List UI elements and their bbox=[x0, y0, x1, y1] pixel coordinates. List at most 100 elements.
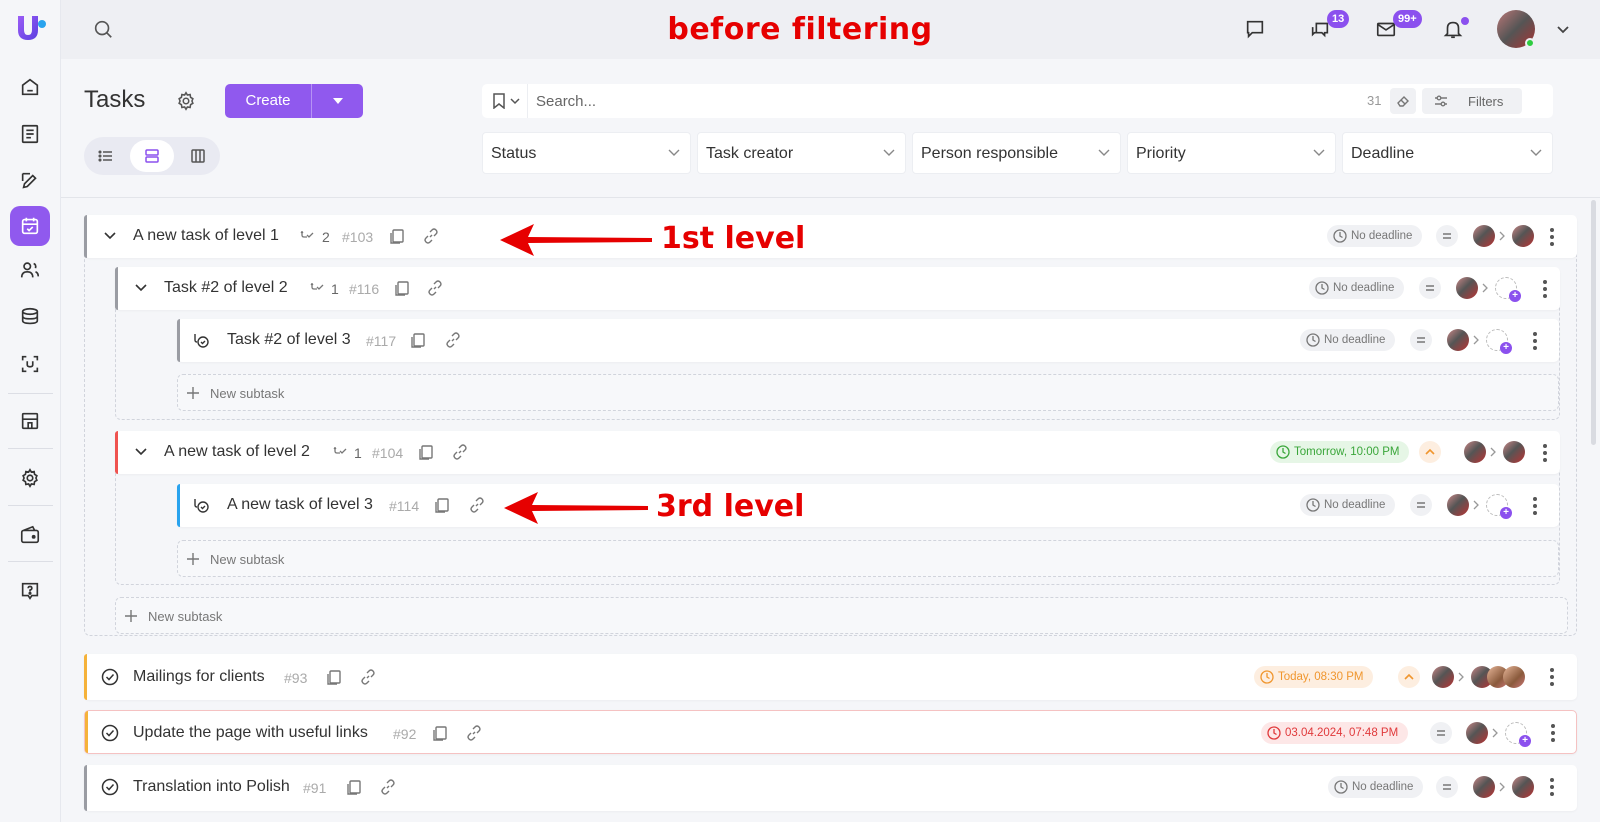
calendar-check-icon[interactable] bbox=[10, 206, 50, 246]
chevron-down-icon bbox=[883, 149, 895, 156]
priority-high-icon[interactable] bbox=[1419, 441, 1441, 463]
document-icon[interactable] bbox=[10, 114, 50, 154]
task-title[interactable]: A new task of level 1 bbox=[133, 227, 279, 245]
task-row[interactable]: Translation into Polish #91 No deadline bbox=[84, 765, 1577, 811]
deadline-badge: Tomorrow, 10:00 PM bbox=[1270, 441, 1410, 463]
creator-avatar[interactable] bbox=[1447, 494, 1469, 516]
notification-dot bbox=[1461, 17, 1469, 25]
task-row[interactable]: Update the page with useful links #92 03… bbox=[84, 710, 1577, 754]
database-icon[interactable] bbox=[10, 297, 50, 337]
task-title[interactable]: Mailings for clients bbox=[133, 668, 265, 686]
creator-avatar[interactable] bbox=[1456, 277, 1478, 299]
task-title[interactable]: Update the page with useful links bbox=[133, 724, 368, 742]
new-subtask-button[interactable]: New subtask bbox=[177, 374, 1559, 411]
creator-avatar[interactable] bbox=[1464, 441, 1486, 463]
more-icon bbox=[1550, 778, 1554, 796]
responsible-avatar[interactable] bbox=[1503, 666, 1525, 688]
priority-normal-icon[interactable] bbox=[1410, 494, 1432, 516]
responsible-avatar[interactable] bbox=[1503, 441, 1525, 463]
pen-icon[interactable] bbox=[10, 161, 50, 201]
link-icon bbox=[424, 228, 438, 244]
help-icon[interactable] bbox=[10, 571, 50, 611]
home-icon[interactable] bbox=[10, 67, 50, 107]
eraser-icon[interactable] bbox=[1390, 88, 1416, 114]
filters-button[interactable]: Filters bbox=[1422, 88, 1522, 114]
subtask-check-icon bbox=[194, 499, 209, 513]
add-responsible-icon[interactable]: + bbox=[1486, 329, 1512, 354]
priority-high-icon[interactable] bbox=[1398, 666, 1420, 688]
task-row[interactable]: A new task of level 2 1 #104 Tomorrow, 1… bbox=[115, 431, 1560, 474]
filter-status[interactable]: Status bbox=[482, 132, 691, 174]
priority-normal-icon[interactable] bbox=[1430, 722, 1452, 744]
create-button-label[interactable]: Create bbox=[225, 84, 312, 118]
task-title[interactable]: Task #2 of level 3 bbox=[227, 331, 351, 349]
creator-avatar[interactable] bbox=[1466, 722, 1488, 744]
new-subtask-button[interactable]: New subtask bbox=[177, 540, 1559, 577]
responsible-avatar[interactable] bbox=[1512, 225, 1534, 247]
sidebar-divider bbox=[8, 393, 53, 394]
task-level-bar bbox=[177, 484, 180, 527]
chevron-down-icon[interactable] bbox=[1550, 16, 1576, 42]
clock-icon bbox=[1276, 445, 1290, 459]
clock-icon bbox=[1306, 333, 1320, 347]
priority-normal-icon[interactable] bbox=[1419, 277, 1441, 299]
creator-avatar[interactable] bbox=[1432, 666, 1454, 688]
filter-priority[interactable]: Priority bbox=[1127, 132, 1336, 174]
result-count: 31 bbox=[1367, 93, 1382, 108]
creator-avatar[interactable] bbox=[1473, 225, 1495, 247]
tree-view-icon[interactable] bbox=[130, 140, 174, 172]
plus-icon bbox=[187, 553, 199, 565]
sliders-icon bbox=[1435, 95, 1447, 107]
scrollbar[interactable] bbox=[1591, 200, 1596, 445]
mail-badge: 99+ bbox=[1393, 10, 1422, 28]
task-level-bar bbox=[177, 319, 180, 362]
filter-task-creator[interactable]: Task creator bbox=[697, 132, 906, 174]
responsible-avatar[interactable] bbox=[1512, 776, 1534, 798]
task-id: #114 bbox=[389, 498, 420, 514]
task-title[interactable]: Translation into Polish bbox=[133, 778, 290, 796]
clock-icon bbox=[1315, 281, 1329, 295]
task-row[interactable]: A new task of level 1 2 #103 No deadline bbox=[84, 215, 1577, 258]
task-row[interactable]: Mailings for clients #93 Today, 08:30 PM bbox=[84, 654, 1577, 700]
store-icon[interactable] bbox=[10, 401, 50, 441]
priority-normal-icon[interactable] bbox=[1410, 329, 1432, 351]
chevron-down-icon bbox=[1313, 149, 1325, 156]
task-row[interactable]: Task #2 of level 3 #117 No deadline + bbox=[177, 319, 1559, 362]
gear-icon[interactable] bbox=[10, 458, 50, 498]
create-button[interactable]: Create bbox=[225, 84, 363, 118]
create-dropdown-toggle[interactable] bbox=[312, 84, 363, 118]
link-icon bbox=[453, 444, 467, 460]
add-responsible-icon[interactable]: + bbox=[1505, 722, 1531, 747]
filters-label: Filters bbox=[1468, 94, 1504, 109]
add-responsible-icon[interactable]: + bbox=[1495, 277, 1521, 302]
search-input[interactable] bbox=[536, 84, 1316, 118]
subtask-check-icon bbox=[194, 334, 209, 348]
check-circle-icon bbox=[101, 778, 119, 796]
task-title[interactable]: A new task of level 3 bbox=[227, 496, 373, 514]
link-icon bbox=[381, 779, 395, 795]
task-row[interactable]: Task #2 of level 2 1 #116 No deadline + bbox=[115, 267, 1560, 310]
filter-person-responsible[interactable]: Person responsible bbox=[912, 132, 1121, 174]
copy-icon bbox=[390, 229, 404, 244]
priority-normal-icon[interactable] bbox=[1436, 225, 1458, 247]
sidebar bbox=[0, 0, 61, 822]
settings-gear-icon[interactable] bbox=[175, 90, 197, 112]
scan-icon[interactable] bbox=[10, 344, 50, 384]
task-title[interactable]: A new task of level 2 bbox=[164, 443, 310, 461]
filter-deadline[interactable]: Deadline bbox=[1342, 132, 1553, 174]
creator-avatar[interactable] bbox=[1473, 776, 1495, 798]
task-row[interactable]: A new task of level 3 #114 No deadline + bbox=[177, 484, 1559, 527]
users-icon[interactable] bbox=[10, 250, 50, 290]
priority-normal-icon[interactable] bbox=[1436, 776, 1458, 798]
kanban-view-icon[interactable] bbox=[176, 140, 220, 172]
add-responsible-icon[interactable]: + bbox=[1486, 494, 1512, 519]
wallet-icon[interactable] bbox=[10, 515, 50, 555]
list-view-icon[interactable] bbox=[84, 140, 128, 172]
task-title[interactable]: Task #2 of level 2 bbox=[164, 279, 288, 297]
saved-filters-toggle[interactable] bbox=[492, 93, 520, 109]
clock-icon bbox=[1267, 726, 1281, 740]
chat-icon[interactable] bbox=[1242, 16, 1268, 42]
subtask-count: 2 bbox=[322, 229, 330, 245]
creator-avatar[interactable] bbox=[1447, 329, 1469, 351]
new-subtask-button[interactable]: New subtask bbox=[115, 597, 1568, 634]
